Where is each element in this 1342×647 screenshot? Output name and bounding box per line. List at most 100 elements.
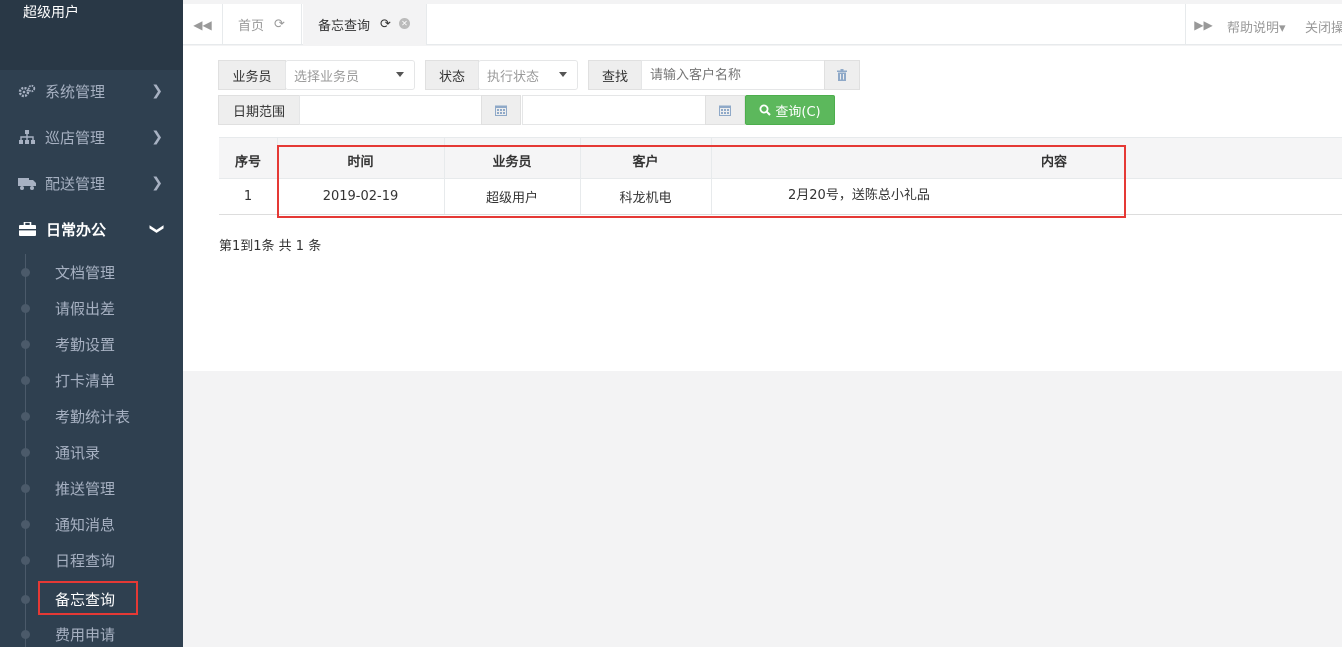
submenu-item-attendance-stats[interactable]: 考勤统计表	[0, 398, 183, 434]
bullet-icon	[21, 304, 30, 313]
submenu-label: 文档管理	[55, 263, 116, 282]
help-dropdown[interactable]: 帮助说明▾	[1227, 17, 1286, 36]
bullet-icon	[21, 340, 30, 349]
end-date-input[interactable]	[522, 95, 706, 125]
header-index[interactable]: 序号	[219, 138, 277, 178]
tab-label: 首页	[238, 19, 265, 34]
sidebar-item-patrol[interactable]: 巡店管理 ❯	[0, 115, 183, 159]
sitemap-icon	[18, 129, 36, 145]
calendar-icon	[719, 105, 731, 116]
start-date-input[interactable]	[299, 95, 482, 125]
cell-salesman: 超级用户	[485, 191, 538, 206]
content-panel: 业务员 选择业务员 状态 执行状态 查找 日期范围 查询(C) 序号 时间 业务…	[183, 46, 1342, 371]
submenu-label: 推送管理	[55, 479, 116, 498]
query-button[interactable]: 查询(C)	[745, 95, 835, 125]
salesman-label: 业务员	[218, 60, 286, 90]
bullet-icon	[21, 520, 30, 529]
sidebar-item-system[interactable]: 系统管理 ❯	[0, 69, 183, 113]
username[interactable]: 超级用户	[23, 2, 79, 22]
table-row[interactable]: 1 2019-02-19 超级用户 科龙机电 2月20号，送陈总小礼品	[219, 179, 1342, 215]
search-label: 查找	[588, 60, 642, 90]
bullet-icon	[21, 484, 30, 493]
sidebar-item-daily-office[interactable]: 日常办公 ❯	[0, 207, 183, 251]
column-divider	[711, 179, 712, 214]
sidebar-item-label: 配送管理	[45, 174, 106, 193]
header-time[interactable]: 时间	[277, 138, 444, 178]
scroll-tabs-right-button[interactable]: ▶▶	[1185, 4, 1221, 45]
caret-down-icon: ▾	[1279, 21, 1286, 36]
cell-customer: 科龙机电	[619, 191, 672, 206]
submenu-item-expense[interactable]: 费用申请	[0, 616, 183, 647]
cell-content: 2月20号，送陈总小礼品	[788, 188, 930, 203]
close-operations-button[interactable]: 关闭操作	[1305, 17, 1342, 36]
salesman-placeholder: 选择业务员	[294, 69, 360, 85]
submenu-label: 请假出差	[55, 299, 116, 318]
double-left-icon: ◀◀	[193, 17, 212, 32]
double-right-icon: ▶▶	[1194, 17, 1213, 32]
submenu-item-attendance-settings[interactable]: 考勤设置	[0, 326, 183, 362]
status-select[interactable]: 执行状态	[478, 60, 578, 90]
chevron-right-icon: ❯	[151, 175, 163, 191]
submenu-item-documents[interactable]: 文档管理	[0, 254, 183, 290]
chevron-right-icon: ❯	[151, 83, 163, 99]
query-button-label: 查询(C)	[775, 104, 821, 120]
caret-down-icon	[396, 72, 404, 77]
submenu-label: 通讯录	[55, 443, 101, 462]
tab-label: 备忘查询	[318, 19, 371, 34]
bullet-icon	[21, 630, 30, 639]
submenu-item-leave[interactable]: 请假出差	[0, 290, 183, 326]
refresh-icon[interactable]: ⟳	[380, 17, 391, 32]
submenu-label: 打卡清单	[55, 371, 116, 390]
submenu-label: 考勤设置	[55, 335, 116, 354]
header-customer[interactable]: 客户	[580, 138, 711, 178]
submenu-daily-office: 文档管理 请假出差 考勤设置 打卡清单 考勤统计表 通讯录 推送管理 通知消息 …	[0, 254, 183, 647]
tab-home[interactable]: 首页 ⟳	[224, 4, 302, 45]
submenu-item-clock-list[interactable]: 打卡清单	[0, 362, 183, 398]
submenu-item-contacts[interactable]: 通讯录	[0, 434, 183, 470]
sidebar-item-label: 巡店管理	[45, 128, 106, 147]
bullet-icon	[21, 448, 30, 457]
tab-bar: ◀◀ 首页 ⟳ 备忘查询 ⟳ ✕ ▶▶ 帮助说明▾ 关闭操作	[183, 4, 1342, 45]
sidebar: 超级用户 系统管理 ❯ 巡店管理 ❯ 配送管理 ❯ 日常办公 ❯ 文档管理 请假…	[0, 0, 183, 647]
sidebar-item-label: 日常办公	[46, 220, 107, 239]
customer-search-input[interactable]	[641, 60, 825, 90]
user-profile: 超级用户	[0, 0, 183, 70]
submenu-label: 日程查询	[55, 551, 116, 570]
bullet-icon	[21, 412, 30, 421]
submenu-item-memo[interactable]: 备忘查询	[0, 581, 183, 617]
header-salesman[interactable]: 业务员	[444, 138, 580, 178]
cell-time: 2019-02-19	[322, 189, 399, 204]
close-icon[interactable]: ✕	[399, 18, 410, 29]
start-date-picker-button[interactable]	[481, 95, 521, 125]
status-label: 状态	[425, 60, 479, 90]
header-content[interactable]: 内容	[711, 138, 1342, 178]
date-range-label: 日期范围	[218, 95, 300, 125]
chevron-right-icon: ❯	[151, 129, 163, 145]
submenu-label: 备忘查询	[55, 590, 116, 609]
submenu-item-notifications[interactable]: 通知消息	[0, 506, 183, 542]
scroll-tabs-left-button[interactable]: ◀◀	[183, 4, 223, 45]
clear-search-button[interactable]	[824, 60, 860, 90]
submenu-item-push[interactable]: 推送管理	[0, 470, 183, 506]
bullet-icon	[21, 376, 30, 385]
submenu-label: 费用申请	[55, 625, 116, 644]
end-date-picker-button[interactable]	[705, 95, 745, 125]
bullet-icon	[21, 595, 30, 604]
pagination-info: 第1到1条 共 1 条	[219, 239, 322, 254]
refresh-icon[interactable]: ⟳	[274, 17, 285, 32]
caret-down-icon	[559, 72, 567, 77]
tab-memo-query[interactable]: 备忘查询 ⟳ ✕	[303, 4, 427, 45]
trash-icon	[837, 69, 847, 81]
submenu-item-schedule[interactable]: 日程查询	[0, 542, 183, 578]
chevron-down-icon: ❯	[149, 223, 166, 235]
sidebar-item-label: 系统管理	[45, 82, 106, 101]
gears-icon	[18, 83, 36, 99]
sidebar-item-delivery[interactable]: 配送管理 ❯	[0, 161, 183, 205]
calendar-icon	[495, 105, 507, 116]
briefcase-icon	[18, 221, 36, 237]
truck-icon	[18, 175, 36, 191]
salesman-select[interactable]: 选择业务员	[285, 60, 415, 90]
bullet-icon	[21, 556, 30, 565]
submenu-label: 通知消息	[55, 515, 116, 534]
search-icon	[759, 104, 772, 116]
